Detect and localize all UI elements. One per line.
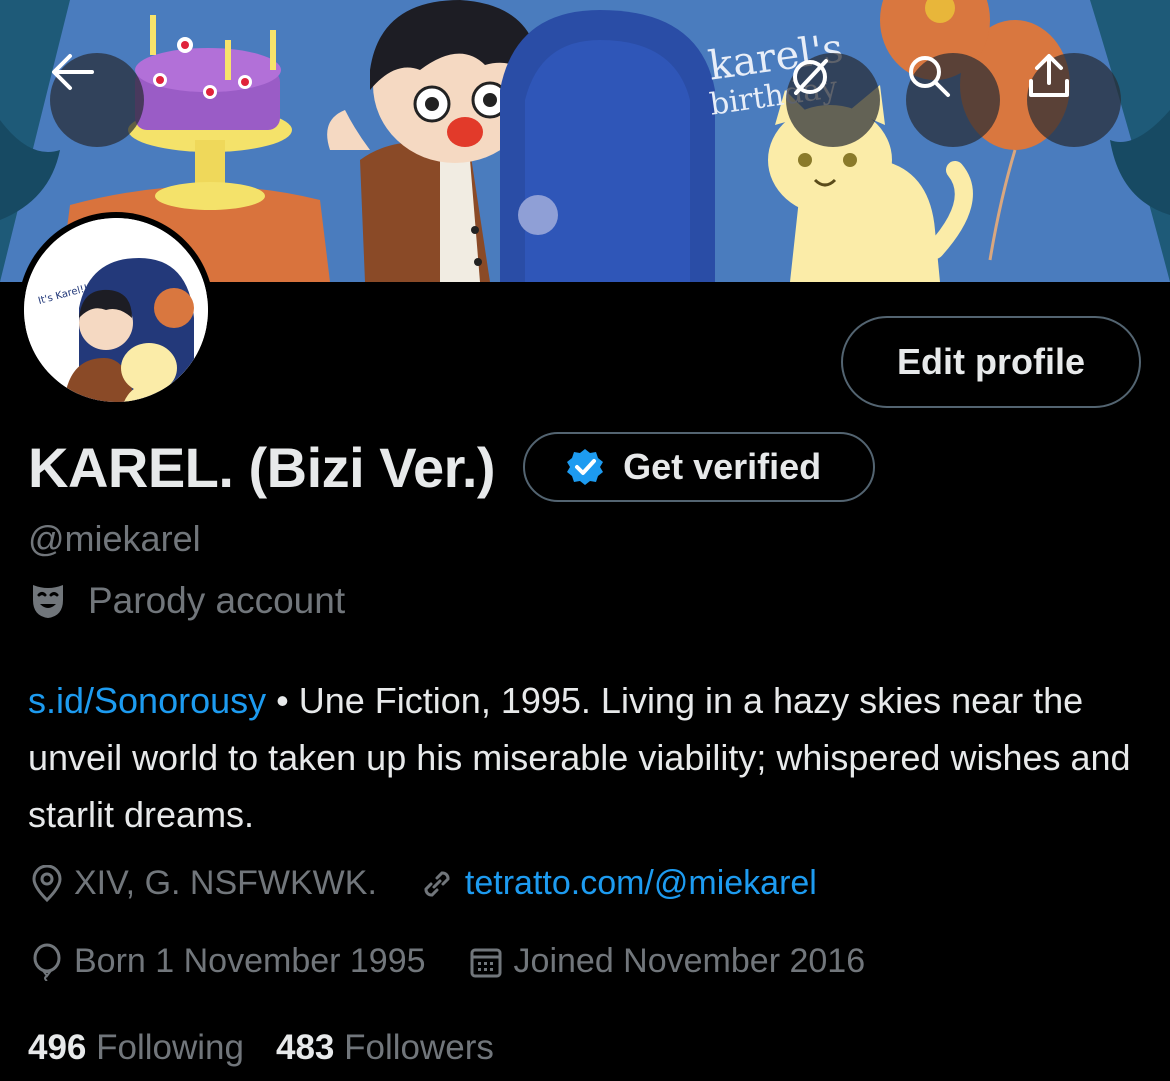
website-item[interactable]: tetratto.com/@miekarel bbox=[419, 864, 817, 903]
profile-meta-row-2: Born 1 November 1995 Joined November 201… bbox=[30, 942, 865, 981]
parody-label-row: Parody account bbox=[30, 580, 345, 622]
following-label: Following bbox=[96, 1028, 244, 1067]
profile-meta-row-1: XIV, G. NSFWKWK. tetratto.com/@miekarel bbox=[30, 864, 817, 903]
followers-stat[interactable]: 483 Followers bbox=[276, 1028, 494, 1068]
user-handle: @miekarel bbox=[28, 518, 201, 559]
location-text: XIV, G. NSFWKWK. bbox=[74, 864, 377, 902]
following-stat[interactable]: 496 Following bbox=[28, 1028, 244, 1068]
followers-count: 483 bbox=[276, 1028, 335, 1067]
birthday-item: Born 1 November 1995 bbox=[30, 942, 426, 981]
arrow-left-icon bbox=[52, 54, 94, 90]
name-row: KAREL. (Bizi Ver.) Get verified bbox=[28, 432, 876, 502]
link-icon bbox=[424, 871, 450, 896]
get-verified-label: Get verified bbox=[623, 446, 822, 487]
location-pin-icon bbox=[32, 864, 62, 902]
website-link[interactable]: tetratto.com/@miekarel bbox=[465, 864, 817, 903]
back-button[interactable] bbox=[50, 53, 144, 147]
grok-slash-icon bbox=[793, 59, 828, 95]
balloon-icon bbox=[33, 943, 61, 981]
verified-badge-icon bbox=[567, 449, 604, 485]
bio-separator: • bbox=[266, 680, 299, 721]
theater-mask-icon bbox=[33, 585, 63, 618]
bio-link[interactable]: s.id/Sonorousy bbox=[28, 680, 266, 721]
share-upload-icon bbox=[1029, 54, 1069, 97]
get-verified-button[interactable]: Get verified bbox=[523, 432, 876, 502]
share-button[interactable] bbox=[1027, 53, 1121, 147]
joined-date-text: Joined November 2016 bbox=[513, 942, 866, 980]
avatar[interactable]: It's Karel!! bbox=[18, 212, 214, 408]
parody-label: Parody account bbox=[88, 580, 346, 621]
edit-profile-button[interactable]: Edit profile bbox=[841, 316, 1141, 408]
search-icon bbox=[909, 56, 950, 97]
grok-button[interactable] bbox=[786, 53, 880, 147]
profile-bio: s.id/Sonorousy • Une Fiction, 1995. Livi… bbox=[28, 672, 1138, 843]
location-item: XIV, G. NSFWKWK. bbox=[30, 864, 377, 903]
follow-stats: 496 Following 483 Followers bbox=[28, 1028, 494, 1068]
avatar-illustration: It's Karel!! bbox=[24, 218, 208, 402]
search-button[interactable] bbox=[906, 53, 1000, 147]
display-name: KAREL. (Bizi Ver.) bbox=[28, 435, 496, 499]
birth-date-text: Born 1 November 1995 bbox=[74, 942, 426, 980]
following-count: 496 bbox=[28, 1028, 87, 1067]
joined-item: Joined November 2016 bbox=[468, 942, 866, 981]
followers-label: Followers bbox=[344, 1028, 494, 1067]
calendar-icon bbox=[470, 948, 502, 977]
